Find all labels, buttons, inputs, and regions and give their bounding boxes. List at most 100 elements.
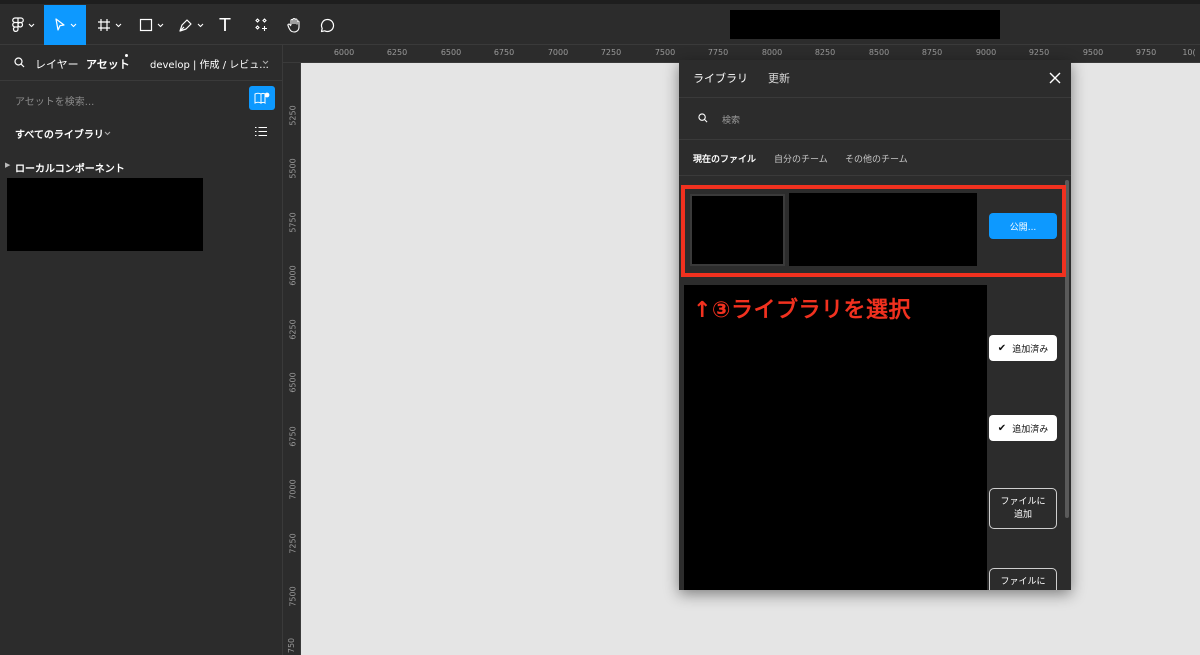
text-tool-button[interactable]: T (214, 6, 236, 44)
rectangle-icon (139, 18, 152, 32)
ruler-tick: 6000 (333, 48, 355, 57)
chevron-down-icon (157, 23, 163, 27)
toolbar: T (0, 0, 1200, 45)
ruler-tick: 8250 (814, 48, 836, 57)
ruler-tick: 6750 (493, 48, 515, 57)
comment-icon (320, 18, 334, 32)
assets-dot-indicator (125, 54, 128, 57)
caret-right-icon: ▶ (5, 161, 11, 169)
ruler-tick: 10( (1182, 48, 1196, 57)
add-to-file-label-line2: 追加 (1013, 510, 1032, 520)
library-filters: 現在のファイル 自分のチーム その他のチーム (679, 140, 1071, 176)
ruler-tick: 6000 (288, 265, 298, 286)
add-to-file-button[interactable]: ファイルに 追加 (989, 488, 1057, 529)
components-icon (255, 18, 267, 31)
chevron-down-icon (115, 23, 121, 27)
tab-library[interactable]: ライブラリ (693, 70, 748, 86)
redacted-components (7, 178, 203, 251)
move-tool-button[interactable] (44, 5, 86, 45)
search-icon (698, 113, 708, 123)
tab-layers[interactable]: レイヤー (35, 56, 79, 72)
team-library-button[interactable] (249, 86, 275, 110)
chevron-down-icon (104, 131, 111, 136)
check-icon: ✔ (997, 342, 1007, 354)
chevron-down-icon[interactable] (262, 60, 269, 65)
page-selector[interactable]: develop | 作成 / レビュ... (150, 56, 269, 71)
ruler-tick: 750 (287, 637, 297, 654)
library-filter-row[interactable]: すべてのライブラリ (0, 121, 283, 145)
ruler-tick: 7750 (707, 48, 729, 57)
add-to-file-label-line1: ファイルに (1000, 497, 1046, 507)
add-to-file-button[interactable]: ファイルに (989, 568, 1057, 590)
ruler-tick: 9250 (1028, 48, 1050, 57)
ruler-tick: 7250 (600, 48, 622, 57)
ruler-left: 5250 5500 5750 6000 6250 6500 6750 7000 … (283, 63, 301, 655)
figma-window: T レイヤー アセット develop | 作成 / レビュ... アセットを検… (0, 0, 1200, 655)
annotation-text: ↑③ライブラリを選択 (693, 298, 912, 323)
added-label: 追加済み (1012, 424, 1049, 435)
ruler-tick: 6250 (288, 319, 298, 340)
hand-tool-button[interactable] (283, 6, 305, 44)
added-button[interactable]: ✔ 追加済み (989, 335, 1057, 361)
close-icon[interactable] (1046, 69, 1064, 87)
added-button[interactable]: ✔ 追加済み (989, 415, 1057, 441)
library-filter-dropdown[interactable]: すべてのライブラリ (15, 126, 104, 141)
list-view-icon[interactable] (255, 126, 267, 137)
ruler-tick: 7000 (547, 48, 569, 57)
ruler-tick: 8000 (761, 48, 783, 57)
library-modal: ライブラリ 更新 検索 現在のファイル 自分のチーム その他のチーム 公開...… (679, 60, 1071, 590)
chevron-down-icon (28, 23, 34, 27)
ruler-tick: 8750 (921, 48, 943, 57)
ruler-tick: 7500 (654, 48, 676, 57)
search-icon[interactable] (14, 57, 25, 68)
annotation-highlight-box (681, 185, 1066, 277)
hand-icon (286, 17, 300, 33)
redacted-file-name (730, 10, 1000, 39)
pen-icon (179, 18, 192, 32)
chevron-down-icon (70, 23, 76, 27)
ruler-tick: 8500 (868, 48, 890, 57)
modal-search-row: 検索 (679, 98, 1071, 140)
modal-header: ライブラリ 更新 (679, 60, 1071, 98)
left-panel: レイヤー アセット develop | 作成 / レビュ... アセットを検索.… (0, 45, 283, 655)
figma-logo-icon (11, 17, 24, 32)
tab-strip (0, 0, 1200, 4)
library-search-input[interactable]: 検索 (722, 113, 740, 126)
asset-search-row: アセットを検索... (0, 80, 283, 115)
ruler-tick: 5500 (288, 158, 298, 179)
local-components-section[interactable]: ▶ ローカルコンポーネント (0, 157, 283, 177)
ruler-tick: 5750 (288, 212, 298, 233)
main-menu-button[interactable] (6, 6, 40, 44)
filter-other-teams[interactable]: その他のチーム (845, 152, 908, 165)
ruler-tick: 7250 (288, 533, 298, 554)
tab-updates[interactable]: 更新 (768, 70, 790, 86)
panel-tabs: レイヤー アセット develop | 作成 / レビュ... (0, 45, 283, 80)
ruler-tick: 5250 (288, 105, 298, 126)
ruler-tick: 6250 (386, 48, 408, 57)
ruler-tick: 9500 (1082, 48, 1104, 57)
cursor-icon (54, 18, 65, 31)
filter-my-teams[interactable]: 自分のチーム (774, 152, 828, 165)
ruler-tick: 7000 (288, 479, 298, 500)
resources-tool-button[interactable] (250, 6, 272, 44)
add-to-file-label-line1: ファイルに (1000, 577, 1046, 587)
ruler-tick: 6750 (288, 426, 298, 447)
redacted-library-list (684, 285, 987, 590)
frame-tool-button[interactable] (92, 6, 126, 44)
check-icon: ✔ (997, 422, 1007, 434)
hash-icon (97, 19, 110, 31)
added-label: 追加済み (1012, 344, 1049, 355)
text-icon: T (219, 14, 231, 36)
ruler-tick: 6500 (288, 372, 298, 393)
asset-search-input[interactable]: アセットを検索... (15, 93, 94, 108)
pen-tool-button[interactable] (174, 6, 208, 44)
ruler-tick: 6500 (440, 48, 462, 57)
book-icon (254, 92, 270, 104)
comment-tool-button[interactable] (316, 6, 338, 44)
local-components-label: ローカルコンポーネント (15, 164, 125, 175)
filter-current-file[interactable]: 現在のファイル (693, 152, 756, 165)
shape-tool-button[interactable] (134, 6, 168, 44)
ruler-tick: 9750 (1135, 48, 1157, 57)
tab-assets[interactable]: アセット (86, 56, 130, 72)
chevron-down-icon (197, 23, 204, 27)
